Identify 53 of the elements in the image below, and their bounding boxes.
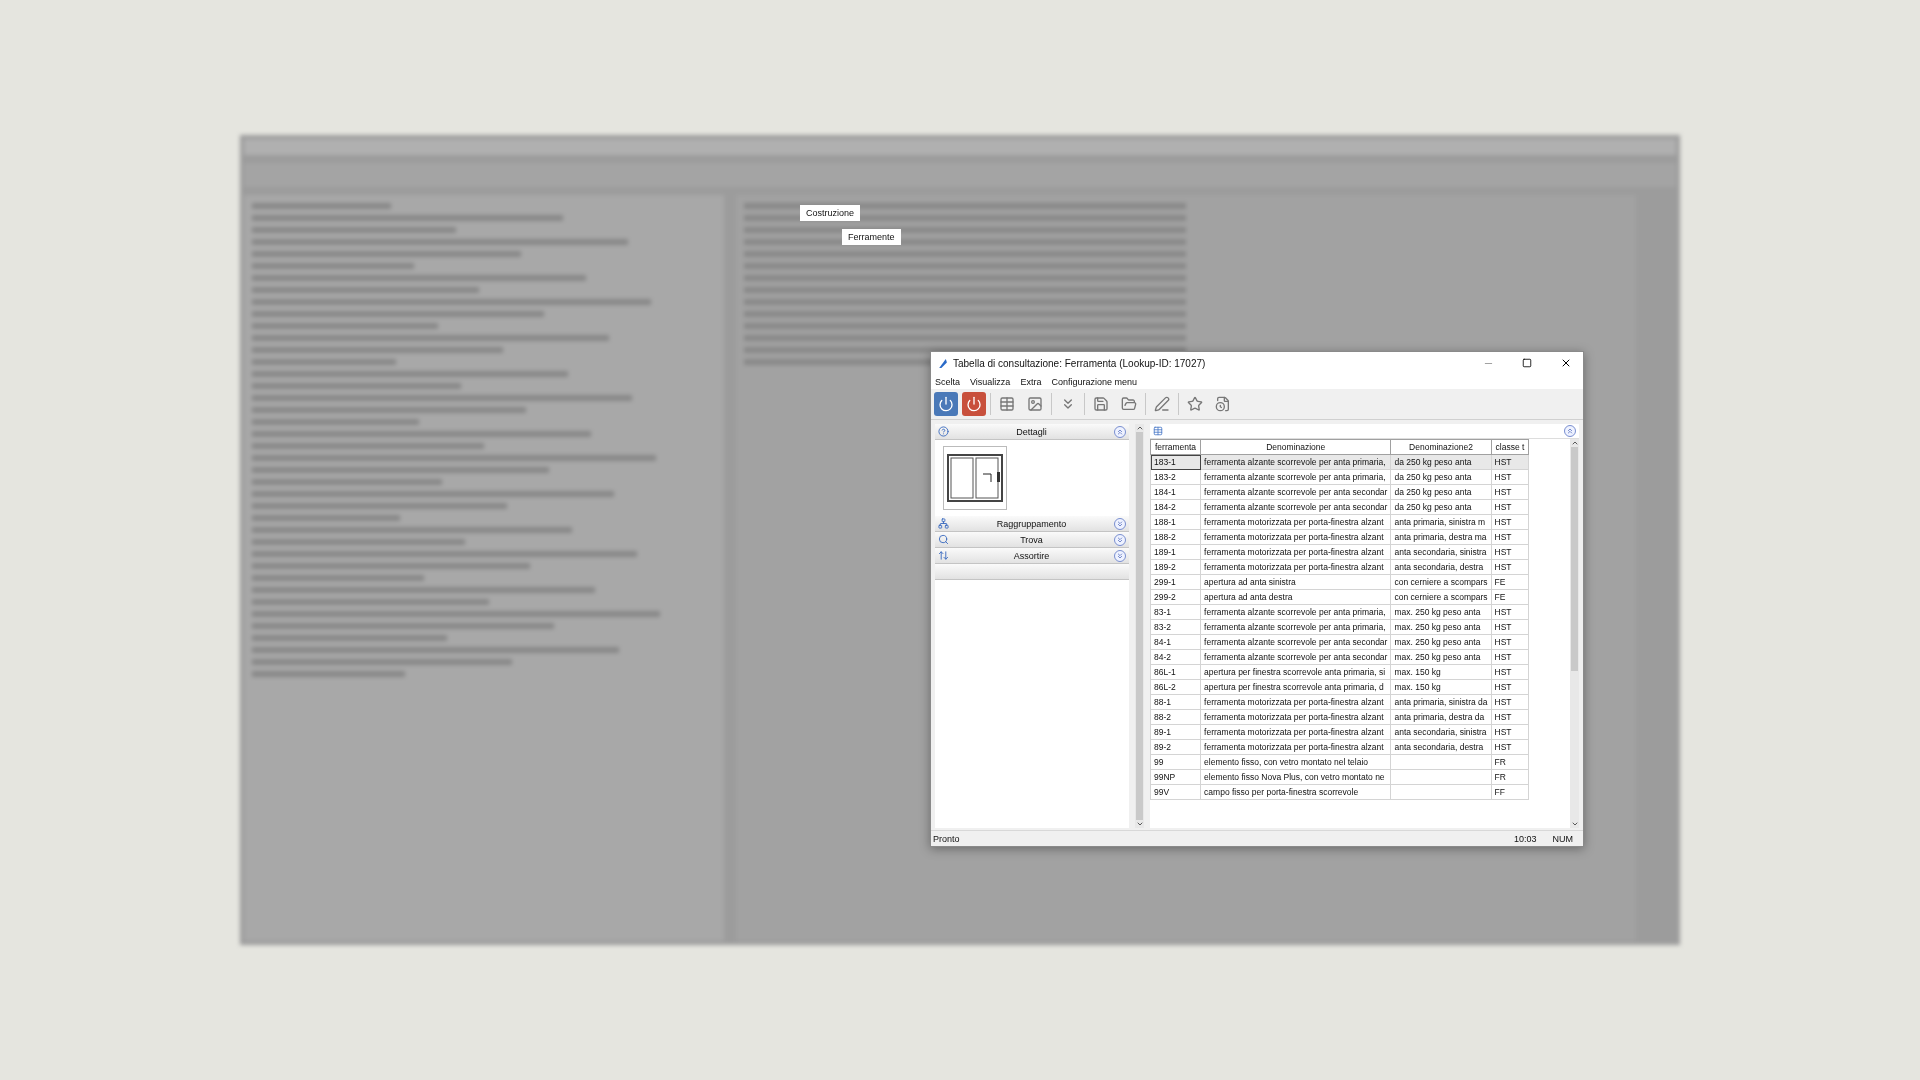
column-header[interactable]: Denominazione2 (1390, 439, 1491, 455)
scroll-down-icon (1135, 820, 1144, 828)
table-icon (1153, 426, 1163, 436)
section-header[interactable]: Trova (935, 532, 1129, 548)
close-icon (1560, 357, 1572, 369)
status-mode: NUM (1551, 833, 1574, 844)
menu-item[interactable]: Configurazione menu (1051, 376, 1137, 387)
document-clock-icon (1215, 396, 1231, 412)
scrollbar[interactable] (1570, 439, 1579, 828)
app-icon (937, 357, 948, 369)
collapse-chevron-icon[interactable] (1114, 425, 1126, 438)
tab-label[interactable]: Costruzione (800, 205, 861, 221)
section-header[interactable]: Raggruppamento (935, 516, 1129, 532)
maximize-icon (1522, 358, 1532, 368)
section-title: Raggruppamento (995, 518, 1068, 529)
scroll-up-icon (1570, 439, 1579, 447)
expand-chevron-icon[interactable] (1114, 517, 1126, 530)
power-button[interactable] (934, 392, 958, 416)
sliding-window-drawing (947, 454, 1003, 502)
section-title: Trova (1019, 534, 1044, 545)
save-icon (1093, 396, 1109, 412)
expand-chevron-icon[interactable] (1114, 533, 1126, 546)
help-icon (938, 426, 949, 437)
column-header[interactable]: ferramenta (1150, 439, 1201, 455)
table-icon (999, 396, 1015, 412)
image-icon (1027, 396, 1043, 412)
grouping-icon (938, 518, 949, 529)
pen-icon (1154, 396, 1170, 412)
scroll-down-icon (1570, 820, 1579, 828)
column-header[interactable]: Denominazione (1200, 439, 1391, 455)
power-icon (938, 396, 954, 412)
section-header[interactable]: Assortire (935, 548, 1129, 564)
section-title: Assortire (1012, 550, 1051, 561)
tab-label[interactable]: Ferramente (842, 229, 901, 245)
menu-item[interactable]: Visualizza (970, 376, 1011, 387)
section-header[interactable]: Dettagli (935, 424, 1129, 440)
menu-item[interactable]: Extra (1020, 376, 1042, 387)
power-button[interactable] (962, 392, 986, 416)
status-time: 10:03 (1512, 833, 1538, 844)
scrollbar[interactable] (1135, 424, 1144, 828)
section-title: Dettagli (1015, 426, 1048, 437)
scroll-up-icon (1135, 424, 1144, 432)
star-icon (1187, 396, 1203, 412)
column-header[interactable]: classe t (1491, 439, 1529, 455)
window-title: Tabella di consultazione: Ferramenta (Lookup-ID: 17027) (953, 357, 1207, 369)
folder-icon (1121, 396, 1137, 412)
status-message: Pronto (933, 833, 961, 844)
collapse-chevron-icon[interactable] (1564, 425, 1576, 437)
search-icon (938, 534, 949, 545)
menu-item[interactable]: Scelta (935, 376, 960, 387)
expand-chevron-icon[interactable] (1114, 549, 1126, 562)
power-icon (966, 396, 982, 412)
sort-icon (938, 550, 949, 561)
